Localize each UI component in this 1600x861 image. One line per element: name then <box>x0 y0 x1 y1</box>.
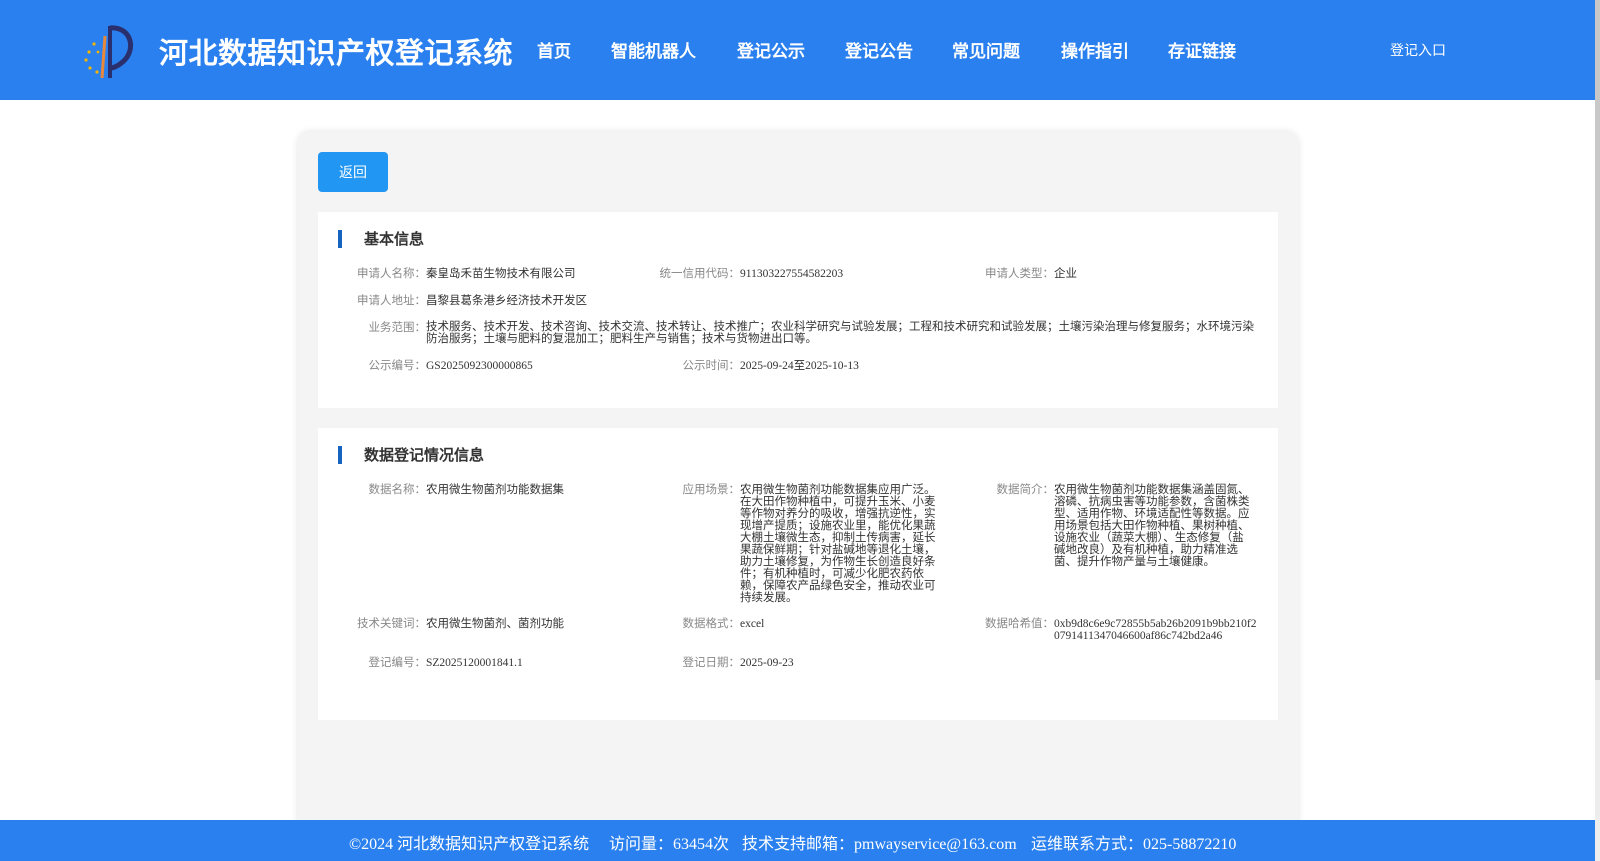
field-label: 公示时间： <box>682 360 741 372</box>
field-value: 秦皇岛禾苗生物技术有限公司 <box>426 268 576 280</box>
back-button[interactable]: 返回 <box>318 152 388 192</box>
nav-robot[interactable]: 智能机器人 <box>611 37 696 62</box>
nav-evidence-link[interactable]: 存证链接 <box>1168 37 1236 62</box>
field-value: 911303227554582203 <box>740 268 844 280</box>
field-value: 农用微生物菌剂、菌剂功能 <box>426 618 564 630</box>
field-value: 昌黎县葛条港乡经济技术开发区 <box>426 295 587 307</box>
field-value: 0xb9d8c6e9c72855b5ab26b2091b9bb210f20791… <box>1054 618 1257 642</box>
field-value: GS2025092300000865 <box>426 360 533 372</box>
field-label: 技术关键词： <box>357 618 426 630</box>
field-label: 申请人类型： <box>985 268 1054 280</box>
field-value: 2025-09-24至2025-10-13 <box>740 360 859 372</box>
top-header: 河北数据知识产权登记系统 首页 智能机器人 登记公示 登记公告 常见问题 操作指… <box>0 0 1595 100</box>
field-label: 数据格式： <box>682 618 741 630</box>
footer-visits: 访问量：63454次 <box>609 836 730 853</box>
field-label: 申请人地址： <box>357 295 426 307</box>
field-label: 应用场景： <box>682 484 741 496</box>
nav-faq[interactable]: 常见问题 <box>952 37 1020 62</box>
data-registration-panel: 数据登记情况信息 数据名称： 农用微生物菌剂功能数据集 应用场景： 农用微生物菌… <box>318 428 1278 720</box>
field-label: 数据名称： <box>368 484 427 496</box>
field-label: 数据简介： <box>996 484 1055 496</box>
field-value: 2025-09-23 <box>740 657 794 669</box>
field-value: SZ2025120001841.1 <box>426 657 523 669</box>
field-value: 农用微生物菌剂功能数据集涵盖固氮、溶磷、抗病虫害等功能参数，含菌株类型、适用作物… <box>1054 484 1250 568</box>
footer-email: 技术支持邮箱：pmwayservice@163.com <box>742 836 1017 853</box>
nav-announcement[interactable]: 登记公告 <box>845 37 913 62</box>
nav-publicity[interactable]: 登记公示 <box>737 37 805 62</box>
field-label: 统一信用代码： <box>659 268 741 280</box>
field-value: 技术服务、技术开发、技术咨询、技术交流、技术转让、技术推广；农业科学研究与试验发… <box>426 321 1254 345</box>
field-value: excel <box>740 618 765 630</box>
field-label: 申请人名称： <box>357 268 426 280</box>
field-value: 企业 <box>1054 268 1077 280</box>
login-link[interactable]: 登记入口 <box>1390 40 1446 60</box>
site-title: 河北数据知识产权登记系统 <box>159 36 514 70</box>
nav-home[interactable]: 首页 <box>537 37 571 62</box>
field-label: 公示编号： <box>368 360 427 372</box>
basic-info-title: 基本信息 <box>338 230 424 248</box>
footer-phone: 运维联系方式：025-58872210 <box>1031 836 1237 853</box>
footer-copyright: ©2024 河北数据知识产权登记系统 <box>349 836 590 853</box>
data-registration-title: 数据登记情况信息 <box>338 446 484 464</box>
field-label: 登记编号： <box>368 657 427 669</box>
field-value: 农用微生物菌剂功能数据集 <box>426 484 564 496</box>
field-label: 登记日期： <box>682 657 741 669</box>
logo-icon <box>84 25 133 79</box>
nav-guide[interactable]: 操作指引 <box>1061 37 1129 62</box>
field-label: 数据哈希值： <box>985 618 1054 630</box>
field-value: 农用微生物菌剂功能数据集应用广泛。在大田作物种植中，可提升玉米、小麦等作物对养分… <box>740 484 936 604</box>
page-footer: ©2024 河北数据知识产权登记系统 访问量：63454次 技术支持邮箱：pmw… <box>0 820 1595 861</box>
field-label: 业务范围： <box>368 322 427 334</box>
basic-info-panel: 基本信息 申请人名称： 秦皇岛禾苗生物技术有限公司 统一信用代码： 911303… <box>318 212 1278 408</box>
scrollbar-thumb[interactable] <box>1595 0 1600 680</box>
